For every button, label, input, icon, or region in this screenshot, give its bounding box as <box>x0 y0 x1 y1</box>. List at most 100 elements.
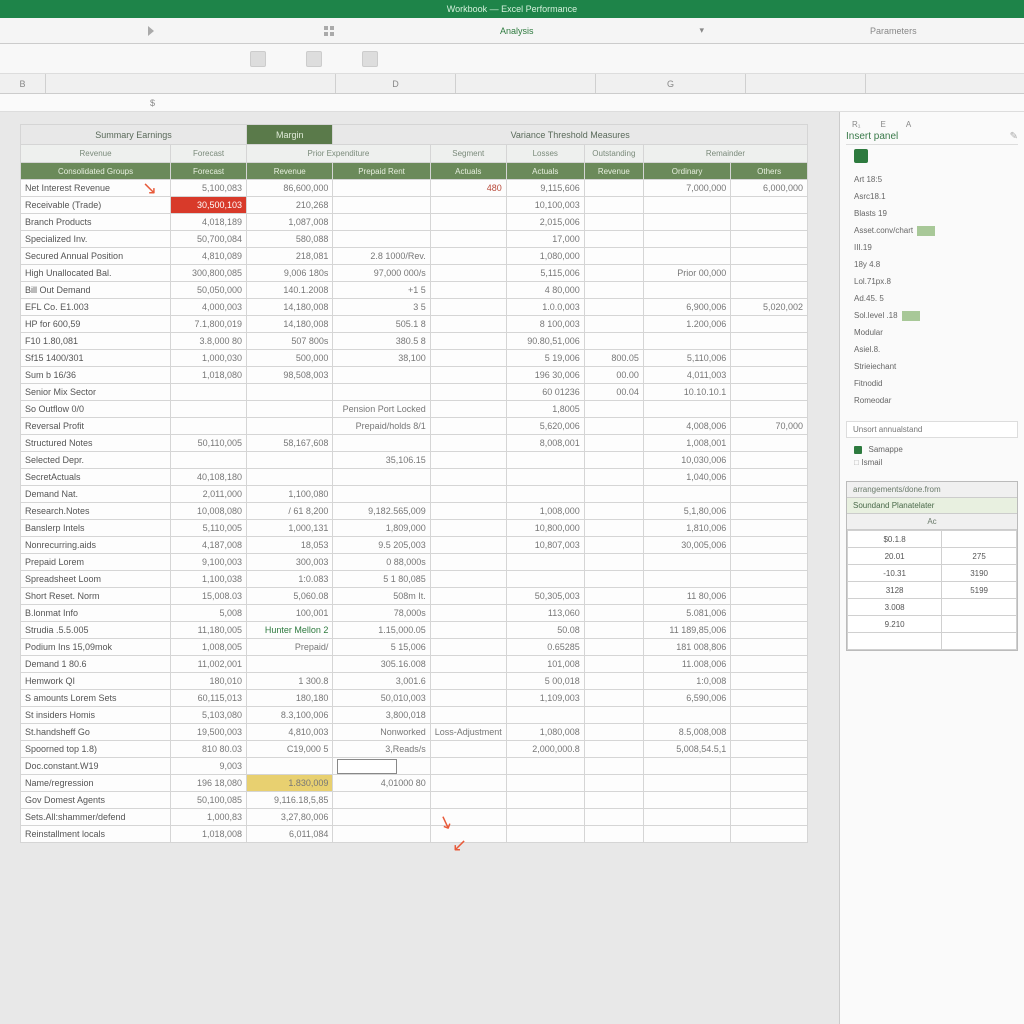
side-col-e[interactable]: E <box>880 120 885 129</box>
data-cell[interactable]: 1,000,030 <box>171 350 247 367</box>
data-cell[interactable]: 5 1 80,085 <box>333 571 430 588</box>
data-cell[interactable] <box>430 384 506 401</box>
data-cell[interactable] <box>430 503 506 520</box>
data-cell[interactable]: 5,100,083 <box>171 180 247 197</box>
data-cell[interactable]: 17,000 <box>506 231 584 248</box>
data-cell[interactable]: 2,015,006 <box>506 214 584 231</box>
data-cell[interactable] <box>430 554 506 571</box>
data-cell[interactable] <box>430 401 506 418</box>
data-cell[interactable] <box>430 622 506 639</box>
row-label[interactable]: Doc.constant.W19 <box>21 758 171 775</box>
data-cell[interactable]: 50,110,005 <box>171 435 247 452</box>
data-cell[interactable] <box>430 486 506 503</box>
data-cell[interactable] <box>506 826 584 843</box>
data-cell[interactable] <box>430 673 506 690</box>
data-cell[interactable] <box>247 452 333 469</box>
data-cell[interactable] <box>731 775 808 792</box>
col-header-b[interactable]: B <box>0 74 46 93</box>
data-cell[interactable] <box>643 401 730 418</box>
data-cell[interactable] <box>643 214 730 231</box>
data-cell[interactable]: 14,180,008 <box>247 316 333 333</box>
data-cell[interactable]: 10.10.10.1 <box>643 384 730 401</box>
data-cell[interactable] <box>643 197 730 214</box>
row-label[interactable]: St.handsheff Go <box>21 724 171 741</box>
data-cell[interactable] <box>430 367 506 384</box>
data-cell[interactable]: Prior 00,000 <box>643 265 730 282</box>
data-cell[interactable]: 1,018,080 <box>171 367 247 384</box>
data-cell[interactable] <box>643 248 730 265</box>
data-cell[interactable]: 1,080,000 <box>506 248 584 265</box>
data-cell[interactable]: 3,800,018 <box>333 707 430 724</box>
data-cell[interactable]: Hunter Mellon 2 <box>247 622 333 639</box>
data-cell[interactable]: 18,053 <box>247 537 333 554</box>
data-cell[interactable]: 60,115,013 <box>171 690 247 707</box>
mini-cell[interactable]: -10.31 <box>848 565 942 582</box>
data-cell[interactable]: 9,116.18,5,85 <box>247 792 333 809</box>
data-cell[interactable]: 11 189,85,006 <box>643 622 730 639</box>
side-col-a[interactable]: A <box>906 120 911 129</box>
mini-cell[interactable]: 20.01 <box>848 548 942 565</box>
row-label[interactable]: Secured Annual Position <box>21 248 171 265</box>
panel-list-item[interactable]: Asiel.8. <box>846 341 1018 358</box>
data-cell[interactable] <box>430 571 506 588</box>
ribbon-arrow-icon[interactable] <box>140 21 166 40</box>
data-cell[interactable] <box>430 605 506 622</box>
data-cell[interactable] <box>584 673 643 690</box>
col-header-g[interactable]: G <box>596 74 746 93</box>
data-cell[interactable] <box>643 486 730 503</box>
data-cell[interactable] <box>430 350 506 367</box>
data-cell[interactable] <box>333 435 430 452</box>
data-cell[interactable] <box>430 588 506 605</box>
data-cell[interactable]: 11,002,001 <box>171 656 247 673</box>
data-cell[interactable] <box>584 333 643 350</box>
panel-chip-a[interactable]: Samappe <box>869 445 903 454</box>
data-cell[interactable] <box>643 554 730 571</box>
data-cell[interactable] <box>731 741 808 758</box>
data-cell[interactable] <box>731 639 808 656</box>
data-cell[interactable]: 196 30,006 <box>506 367 584 384</box>
data-cell[interactable]: 3 5 <box>333 299 430 316</box>
data-cell[interactable] <box>731 503 808 520</box>
panel-chip-b[interactable]: Ismail <box>861 458 882 467</box>
data-cell[interactable] <box>584 401 643 418</box>
data-cell[interactable] <box>731 282 808 299</box>
row-label[interactable]: Gov Domest Agents <box>21 792 171 809</box>
panel-list-item[interactable]: Blasts 19 <box>846 205 1018 222</box>
row-label[interactable]: SecretActuals <box>21 469 171 486</box>
panel-list-item[interactable]: Asset.conv/chart <box>846 222 1018 239</box>
data-cell[interactable] <box>430 656 506 673</box>
data-cell[interactable]: 00.04 <box>584 384 643 401</box>
data-cell[interactable]: 1,008,000 <box>506 503 584 520</box>
toolbar-button-1[interactable] <box>250 51 266 67</box>
data-cell[interactable] <box>584 520 643 537</box>
data-cell[interactable] <box>584 588 643 605</box>
row-label[interactable]: Spoorned top 1.8) <box>21 741 171 758</box>
row-label[interactable]: Banslerp Intels <box>21 520 171 537</box>
data-cell[interactable] <box>584 571 643 588</box>
data-cell[interactable] <box>430 265 506 282</box>
data-cell[interactable] <box>731 588 808 605</box>
data-cell[interactable]: 10,030,006 <box>643 452 730 469</box>
panel-box-unsort[interactable]: Unsort annualstand <box>846 421 1018 438</box>
data-cell[interactable] <box>643 826 730 843</box>
data-cell[interactable]: 580,088 <box>247 231 333 248</box>
data-cell[interactable]: 5,110,006 <box>643 350 730 367</box>
row-label[interactable]: EFL Co. E1.003 <box>21 299 171 316</box>
data-cell[interactable]: Pension Port Locked <box>333 401 430 418</box>
data-cell[interactable]: Nonworked <box>333 724 430 741</box>
data-cell[interactable] <box>430 775 506 792</box>
data-cell[interactable]: 4,01000 80 <box>333 775 430 792</box>
data-cell[interactable] <box>731 656 808 673</box>
hdr-segment[interactable]: Segment <box>430 145 506 163</box>
data-cell[interactable] <box>247 758 333 775</box>
row-label[interactable]: Reversal Profit <box>21 418 171 435</box>
data-cell[interactable] <box>584 265 643 282</box>
active-cell-input[interactable] <box>337 759 397 774</box>
data-cell[interactable] <box>731 537 808 554</box>
data-cell[interactable] <box>333 231 430 248</box>
row-label[interactable]: Bill Out Demand <box>21 282 171 299</box>
col-header-d[interactable]: D <box>336 74 456 93</box>
data-cell[interactable]: 5,103,080 <box>171 707 247 724</box>
data-cell[interactable]: 38,100 <box>333 350 430 367</box>
data-cell[interactable] <box>584 622 643 639</box>
